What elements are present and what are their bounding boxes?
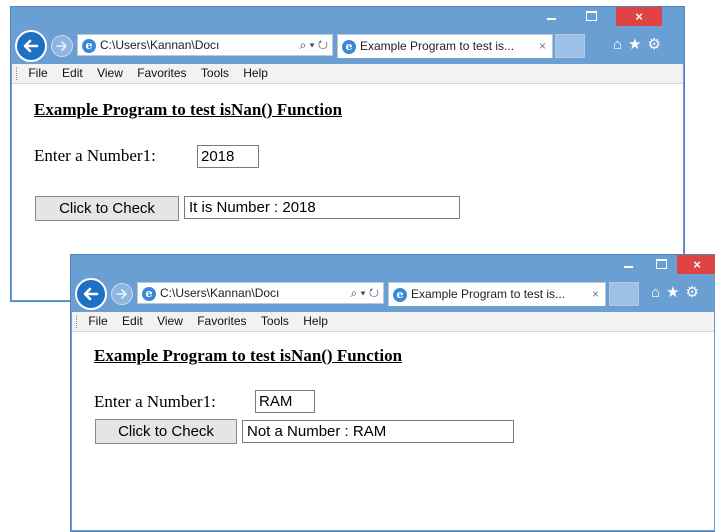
new-tab-button[interactable]	[609, 282, 639, 306]
back-button[interactable]	[75, 278, 107, 310]
menu-tools[interactable]: Tools	[261, 312, 289, 331]
maximize-icon	[655, 258, 667, 269]
page-icon: e	[142, 286, 156, 301]
result-field[interactable]: It is Number : 2018	[184, 196, 460, 219]
tab-ie-icon: e	[342, 39, 356, 54]
address-bar[interactable]: e C:\Users\Kannan\Docı ⌕ ▾ ↻	[77, 34, 333, 56]
tab-close-icon[interactable]: ×	[592, 283, 599, 305]
tab-title: Example Program to test is...	[360, 39, 515, 53]
forward-arrow-icon	[116, 289, 127, 299]
menu-favorites[interactable]: Favorites	[197, 312, 246, 331]
menu-view[interactable]: View	[157, 312, 183, 331]
number-label: Enter a Number1:	[34, 146, 156, 165]
forward-button[interactable]	[51, 35, 73, 57]
address-text: C:\Users\Kannan\Docı	[160, 286, 280, 300]
toolbar-icons: ⌂★⚙	[613, 35, 667, 53]
menu-edit[interactable]: Edit	[62, 64, 83, 83]
menu-tools[interactable]: Tools	[201, 64, 229, 83]
address-controls[interactable]: ⌕ ▾ ↻	[299, 35, 328, 55]
menu-view[interactable]: View	[97, 64, 123, 83]
menu-help[interactable]: Help	[303, 312, 328, 331]
maximize-button[interactable]	[578, 7, 604, 26]
address-controls[interactable]: ⌕ ▾ ↻	[350, 283, 379, 303]
title-bar: ×	[11, 7, 684, 27]
navigation-bar: e C:\Users\Kannan\Docı ⌕ ▾ ↻ e Example Pro…	[11, 29, 684, 63]
number-input[interactable]: 2018	[197, 145, 259, 168]
close-button[interactable]: ×	[616, 7, 662, 26]
close-icon: ×	[635, 9, 643, 24]
check-button[interactable]: Click to Check	[95, 419, 237, 444]
menu-favorites[interactable]: Favorites	[137, 64, 186, 83]
home-icon[interactable]: ⌂	[613, 36, 628, 53]
title-bar: ×	[71, 255, 715, 275]
menu-file[interactable]: File	[88, 312, 107, 331]
number-input[interactable]: RAM	[255, 390, 315, 413]
minimize-icon	[546, 17, 556, 20]
home-icon[interactable]: ⌂	[651, 284, 666, 301]
result-field[interactable]: Not a Number : RAM	[242, 420, 514, 443]
menu-grip	[76, 315, 79, 329]
close-icon: ×	[693, 257, 701, 272]
tab-ie-icon: e	[393, 287, 407, 302]
menu-help[interactable]: Help	[243, 64, 268, 83]
address-bar[interactable]: e C:\Users\Kannan\Docı ⌕ ▾ ↻	[137, 282, 384, 304]
favorites-star-icon[interactable]: ★	[628, 36, 647, 53]
number-label: Enter a Number1:	[94, 392, 216, 411]
page-icon: e	[82, 38, 96, 53]
back-arrow-icon	[23, 39, 39, 53]
new-tab-button[interactable]	[555, 34, 585, 58]
page-heading: Example Program to test isNan() Function	[94, 346, 403, 365]
tab-close-icon[interactable]: ×	[539, 35, 546, 57]
forward-arrow-icon	[56, 41, 67, 51]
page-content: Example Program to test isNan() Function…	[72, 332, 714, 530]
check-button[interactable]: Click to Check	[35, 196, 179, 221]
menu-grip	[16, 67, 19, 81]
close-button[interactable]: ×	[677, 255, 715, 274]
favorites-star-icon[interactable]: ★	[666, 284, 685, 301]
back-arrow-icon	[83, 287, 99, 301]
minimize-button[interactable]	[538, 7, 564, 26]
browser-tab[interactable]: e Example Program to test is... ×	[388, 282, 606, 306]
settings-gear-icon[interactable]: ⚙	[648, 36, 667, 53]
browser-tab[interactable]: e Example Program to test is... ×	[337, 34, 553, 58]
minimize-button[interactable]	[615, 255, 641, 274]
minimize-icon	[623, 265, 633, 268]
menu-bar: File Edit View Favorites Tools Help	[72, 312, 714, 332]
settings-gear-icon[interactable]: ⚙	[686, 284, 705, 301]
menu-edit[interactable]: Edit	[122, 312, 143, 331]
maximize-icon	[585, 10, 597, 21]
address-text: C:\Users\Kannan\Docı	[100, 38, 220, 52]
tab-title: Example Program to test is...	[411, 287, 566, 301]
back-button[interactable]	[15, 30, 47, 62]
menu-bar: File Edit View Favorites Tools Help	[12, 64, 683, 84]
forward-button[interactable]	[111, 283, 133, 305]
toolbar-icons: ⌂★⚙	[651, 283, 705, 301]
browser-window-2: × e C:\Users\Kannan\Docı ⌕ ▾ ↻ e Example P…	[70, 254, 715, 532]
navigation-bar: e C:\Users\Kannan\Docı ⌕ ▾ ↻ e Example Pro…	[71, 277, 715, 311]
menu-file[interactable]: File	[28, 64, 47, 83]
maximize-button[interactable]	[648, 255, 674, 274]
page-heading: Example Program to test isNan() Function	[34, 100, 343, 119]
